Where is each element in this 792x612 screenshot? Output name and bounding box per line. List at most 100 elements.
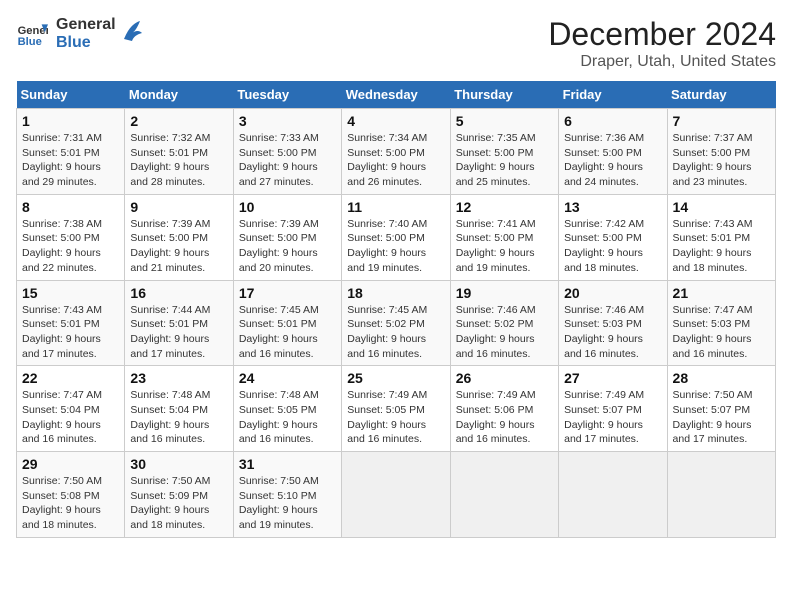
calendar-week-row: 1 Sunrise: 7:31 AM Sunset: 5:01 PM Daylig… bbox=[17, 109, 776, 195]
calendar-cell: 21 Sunrise: 7:47 AM Sunset: 5:03 PM Dayli… bbox=[667, 280, 775, 366]
logo-icon: General Blue bbox=[16, 18, 48, 50]
day-number: 1 bbox=[22, 113, 119, 129]
weekday-header-wednesday: Wednesday bbox=[342, 81, 450, 109]
calendar-cell: 15 Sunrise: 7:43 AM Sunset: 5:01 PM Dayli… bbox=[17, 280, 125, 366]
day-number: 5 bbox=[456, 113, 553, 129]
logo-general: General bbox=[56, 16, 116, 34]
calendar-cell: 29Sunrise: 7:50 AM Sunset: 5:08 PM Dayli… bbox=[17, 452, 125, 538]
day-number: 17 bbox=[239, 285, 336, 301]
day-number: 11 bbox=[347, 199, 444, 215]
day-number: 8 bbox=[22, 199, 119, 215]
day-info: Sunrise: 7:38 AM Sunset: 5:00 PM Dayligh… bbox=[22, 217, 119, 276]
day-info: Sunrise: 7:46 AM Sunset: 5:02 PM Dayligh… bbox=[456, 303, 553, 362]
title-area: December 2024 Draper, Utah, United State… bbox=[548, 16, 776, 71]
calendar-week-row: 8 Sunrise: 7:38 AM Sunset: 5:00 PM Daylig… bbox=[17, 194, 776, 280]
day-number: 21 bbox=[673, 285, 770, 301]
day-number: 20 bbox=[564, 285, 661, 301]
weekday-header-saturday: Saturday bbox=[667, 81, 775, 109]
day-info: Sunrise: 7:45 AM Sunset: 5:01 PM Dayligh… bbox=[239, 303, 336, 362]
logo: General Blue General Blue bbox=[16, 16, 142, 51]
calendar-cell: 5 Sunrise: 7:35 AM Sunset: 5:00 PM Daylig… bbox=[450, 109, 558, 195]
calendar-week-row: 22Sunrise: 7:47 AM Sunset: 5:04 PM Dayli… bbox=[17, 366, 776, 452]
day-info: Sunrise: 7:34 AM Sunset: 5:00 PM Dayligh… bbox=[347, 131, 444, 190]
subtitle: Draper, Utah, United States bbox=[548, 53, 776, 71]
calendar-cell: 14Sunrise: 7:43 AM Sunset: 5:01 PM Dayli… bbox=[667, 194, 775, 280]
weekday-header-friday: Friday bbox=[559, 81, 667, 109]
weekday-header-sunday: Sunday bbox=[17, 81, 125, 109]
day-info: Sunrise: 7:44 AM Sunset: 5:01 PM Dayligh… bbox=[130, 303, 227, 362]
day-info: Sunrise: 7:50 AM Sunset: 5:09 PM Dayligh… bbox=[130, 474, 227, 533]
day-number: 16 bbox=[130, 285, 227, 301]
day-info: Sunrise: 7:39 AM Sunset: 5:00 PM Dayligh… bbox=[239, 217, 336, 276]
day-info: Sunrise: 7:45 AM Sunset: 5:02 PM Dayligh… bbox=[347, 303, 444, 362]
calendar-cell: 2 Sunrise: 7:32 AM Sunset: 5:01 PM Daylig… bbox=[125, 109, 233, 195]
day-number: 2 bbox=[130, 113, 227, 129]
day-info: Sunrise: 7:33 AM Sunset: 5:00 PM Dayligh… bbox=[239, 131, 336, 190]
calendar-cell: 30 Sunrise: 7:50 AM Sunset: 5:09 PM Dayli… bbox=[125, 452, 233, 538]
day-number: 6 bbox=[564, 113, 661, 129]
day-info: Sunrise: 7:48 AM Sunset: 5:04 PM Dayligh… bbox=[130, 388, 227, 447]
day-number: 29 bbox=[22, 456, 119, 472]
calendar-cell bbox=[450, 452, 558, 538]
calendar-cell: 25Sunrise: 7:49 AM Sunset: 5:05 PM Dayli… bbox=[342, 366, 450, 452]
calendar-cell: 26Sunrise: 7:49 AM Sunset: 5:06 PM Dayli… bbox=[450, 366, 558, 452]
calendar-cell: 1 Sunrise: 7:31 AM Sunset: 5:01 PM Daylig… bbox=[17, 109, 125, 195]
day-info: Sunrise: 7:46 AM Sunset: 5:03 PM Dayligh… bbox=[564, 303, 661, 362]
calendar-cell: 6 Sunrise: 7:36 AM Sunset: 5:00 PM Daylig… bbox=[559, 109, 667, 195]
calendar-table: SundayMondayTuesdayWednesdayThursdayFrid… bbox=[16, 81, 776, 538]
calendar-cell: 4 Sunrise: 7:34 AM Sunset: 5:00 PM Daylig… bbox=[342, 109, 450, 195]
day-number: 22 bbox=[22, 370, 119, 386]
day-info: Sunrise: 7:37 AM Sunset: 5:00 PM Dayligh… bbox=[673, 131, 770, 190]
day-number: 10 bbox=[239, 199, 336, 215]
calendar-cell bbox=[342, 452, 450, 538]
day-number: 13 bbox=[564, 199, 661, 215]
day-number: 14 bbox=[673, 199, 770, 215]
day-number: 24 bbox=[239, 370, 336, 386]
calendar-cell bbox=[667, 452, 775, 538]
calendar-cell: 11 Sunrise: 7:40 AM Sunset: 5:00 PM Dayli… bbox=[342, 194, 450, 280]
day-info: Sunrise: 7:42 AM Sunset: 5:00 PM Dayligh… bbox=[564, 217, 661, 276]
day-info: Sunrise: 7:48 AM Sunset: 5:05 PM Dayligh… bbox=[239, 388, 336, 447]
day-number: 15 bbox=[22, 285, 119, 301]
day-info: Sunrise: 7:50 AM Sunset: 5:10 PM Dayligh… bbox=[239, 474, 336, 533]
day-number: 19 bbox=[456, 285, 553, 301]
calendar-cell: 9Sunrise: 7:39 AM Sunset: 5:00 PM Daylig… bbox=[125, 194, 233, 280]
day-number: 31 bbox=[239, 456, 336, 472]
calendar-cell: 18 Sunrise: 7:45 AM Sunset: 5:02 PM Dayli… bbox=[342, 280, 450, 366]
weekday-header-row: SundayMondayTuesdayWednesdayThursdayFrid… bbox=[17, 81, 776, 109]
calendar-week-row: 29Sunrise: 7:50 AM Sunset: 5:08 PM Dayli… bbox=[17, 452, 776, 538]
main-title: December 2024 bbox=[548, 16, 776, 53]
calendar-cell: 12Sunrise: 7:41 AM Sunset: 5:00 PM Dayli… bbox=[450, 194, 558, 280]
day-info: Sunrise: 7:41 AM Sunset: 5:00 PM Dayligh… bbox=[456, 217, 553, 276]
day-info: Sunrise: 7:47 AM Sunset: 5:03 PM Dayligh… bbox=[673, 303, 770, 362]
day-number: 3 bbox=[239, 113, 336, 129]
day-number: 18 bbox=[347, 285, 444, 301]
calendar-week-row: 15 Sunrise: 7:43 AM Sunset: 5:01 PM Dayli… bbox=[17, 280, 776, 366]
day-number: 25 bbox=[347, 370, 444, 386]
day-number: 30 bbox=[130, 456, 227, 472]
day-number: 4 bbox=[347, 113, 444, 129]
calendar-cell: 8 Sunrise: 7:38 AM Sunset: 5:00 PM Daylig… bbox=[17, 194, 125, 280]
day-number: 26 bbox=[456, 370, 553, 386]
weekday-header-monday: Monday bbox=[125, 81, 233, 109]
weekday-header-tuesday: Tuesday bbox=[233, 81, 341, 109]
calendar-cell: 19 Sunrise: 7:46 AM Sunset: 5:02 PM Dayli… bbox=[450, 280, 558, 366]
day-info: Sunrise: 7:31 AM Sunset: 5:01 PM Dayligh… bbox=[22, 131, 119, 190]
logo-bird-icon bbox=[122, 19, 142, 49]
calendar-cell: 16 Sunrise: 7:44 AM Sunset: 5:01 PM Dayli… bbox=[125, 280, 233, 366]
calendar-cell bbox=[559, 452, 667, 538]
day-info: Sunrise: 7:32 AM Sunset: 5:01 PM Dayligh… bbox=[130, 131, 227, 190]
day-info: Sunrise: 7:49 AM Sunset: 5:07 PM Dayligh… bbox=[564, 388, 661, 447]
day-info: Sunrise: 7:40 AM Sunset: 5:00 PM Dayligh… bbox=[347, 217, 444, 276]
calendar-cell: 23Sunrise: 7:48 AM Sunset: 5:04 PM Dayli… bbox=[125, 366, 233, 452]
calendar-cell: 10 Sunrise: 7:39 AM Sunset: 5:00 PM Dayli… bbox=[233, 194, 341, 280]
day-info: Sunrise: 7:50 AM Sunset: 5:07 PM Dayligh… bbox=[673, 388, 770, 447]
logo-blue: Blue bbox=[56, 34, 116, 52]
calendar-cell: 7Sunrise: 7:37 AM Sunset: 5:00 PM Daylig… bbox=[667, 109, 775, 195]
day-info: Sunrise: 7:35 AM Sunset: 5:00 PM Dayligh… bbox=[456, 131, 553, 190]
calendar-cell: 27Sunrise: 7:49 AM Sunset: 5:07 PM Dayli… bbox=[559, 366, 667, 452]
day-info: Sunrise: 7:43 AM Sunset: 5:01 PM Dayligh… bbox=[22, 303, 119, 362]
day-info: Sunrise: 7:36 AM Sunset: 5:00 PM Dayligh… bbox=[564, 131, 661, 190]
header: General Blue General Blue December 2024 … bbox=[16, 16, 776, 71]
calendar-cell: 20 Sunrise: 7:46 AM Sunset: 5:03 PM Dayli… bbox=[559, 280, 667, 366]
